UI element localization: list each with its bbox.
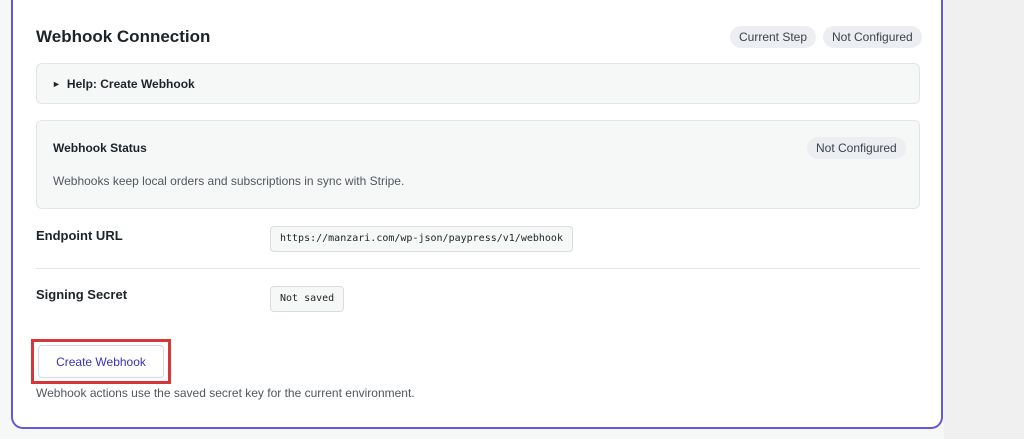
- current-step-badge: Current Step: [730, 26, 817, 48]
- signing-secret-value: Not saved: [270, 286, 345, 312]
- endpoint-url-value[interactable]: https://manzari.com/wp-json/paypress/v1/…: [270, 226, 573, 252]
- signing-secret-label: Signing Secret: [36, 287, 128, 302]
- endpoint-url-label: Endpoint URL: [36, 228, 123, 243]
- disclosure-triangle-icon: ►: [52, 78, 61, 89]
- webhook-status-panel: Webhook Status Not Configured Webhooks k…: [36, 120, 920, 209]
- divider: [36, 268, 920, 269]
- status-description: Webhooks keep local orders and subscript…: [53, 174, 405, 188]
- status-badge: Not Configured: [807, 137, 906, 159]
- status-title: Webhook Status: [53, 141, 147, 155]
- help-create-webhook-toggle[interactable]: ► Help: Create Webhook: [36, 63, 920, 104]
- webhook-connection-card: Webhook Connection Current Step Not Conf…: [11, 0, 943, 429]
- not-configured-badge: Not Configured: [823, 26, 922, 48]
- create-webhook-button[interactable]: Create Webhook: [38, 345, 164, 378]
- card-title: Webhook Connection: [36, 27, 211, 46]
- webhook-actions-note: Webhook actions use the saved secret key…: [36, 386, 415, 400]
- help-label: Help: Create Webhook: [66, 76, 195, 91]
